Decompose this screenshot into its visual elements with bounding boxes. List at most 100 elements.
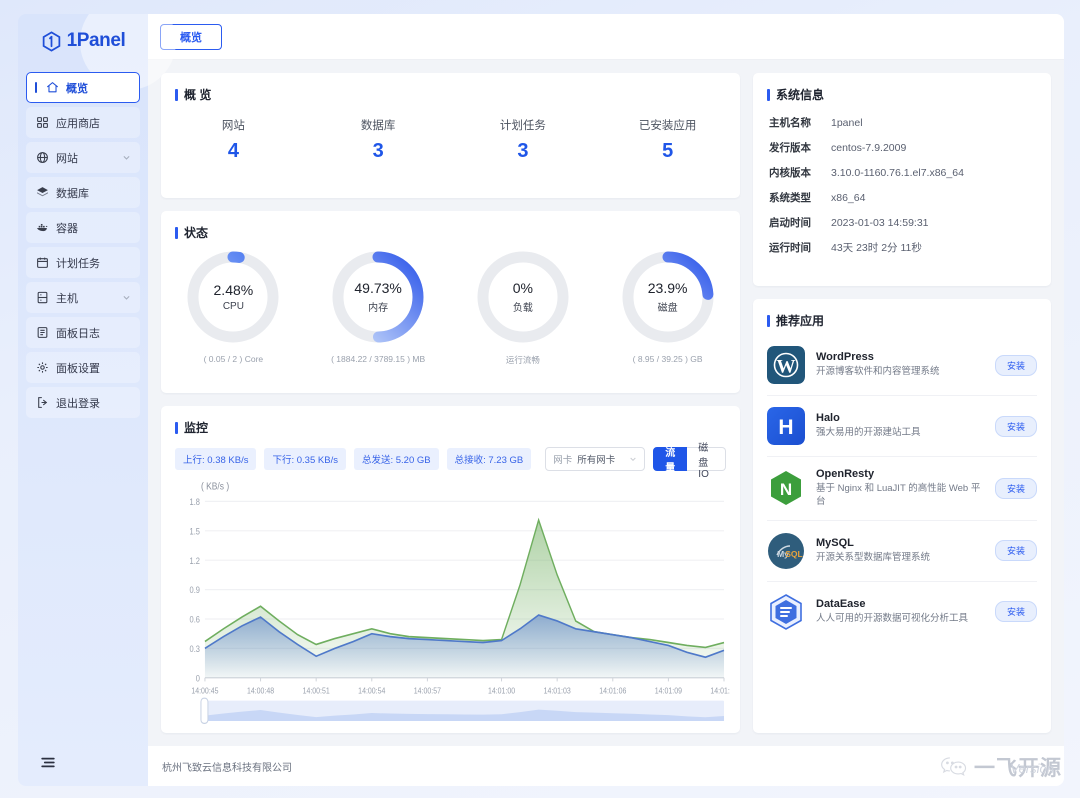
sidebar-item-label: 面板设置 [56, 360, 131, 376]
info-value: 1panel [831, 117, 863, 129]
app-desc: 开源博客软件和内容管理系统 [816, 366, 984, 379]
recommended-apps-title: 推荐应用 [753, 299, 1051, 329]
active-indicator [35, 82, 37, 93]
sidebar-item-overview[interactable]: 概览 [26, 72, 140, 103]
svg-text:H: H [778, 416, 793, 439]
tab-bar: 概览 [148, 14, 1064, 60]
monitor-segment-group: 流量 磁盘 IO [653, 447, 726, 471]
status-title: 状态 [161, 211, 740, 241]
svg-text:SQL: SQL [785, 549, 802, 559]
chip-download-rate: 下行: 0.35 KB/s [264, 448, 345, 470]
gauge-percent: 23.9% [648, 280, 688, 296]
logout-icon [35, 396, 49, 410]
gauge-ring: 23.9% 磁盘 [620, 249, 716, 345]
svg-text:0.3: 0.3 [190, 644, 201, 654]
stat-label: 网站 [161, 117, 306, 133]
brand-logo[interactable]: 1Panel [18, 18, 148, 64]
gauge-percent: 2.48% [214, 282, 254, 298]
globe-icon [35, 151, 49, 165]
gauge-percent: 49.73% [354, 280, 401, 296]
sidebar-item-label: 计划任务 [56, 255, 131, 271]
monitor-toolbar: 上行: 0.38 KB/s 下行: 0.35 KB/s 总发送: 5.20 GB… [161, 436, 740, 471]
app-desc: 强大易用的开源建站工具 [816, 427, 984, 440]
stat-cron: 计划任务 3 [451, 117, 596, 163]
svg-text:N: N [780, 480, 792, 499]
list-item[interactable]: H Halo 强大易用的开源建站工具 安装 [767, 396, 1037, 457]
list-item[interactable]: W WordPress 开源博客软件和内容管理系统 安装 [767, 335, 1037, 396]
info-row-boot-time: 启动时间 2023-01-03 14:59:31 [769, 215, 1051, 230]
nic-select-value: 所有网卡 [577, 452, 615, 466]
hexagon-one-icon [41, 31, 62, 52]
stat-label: 数据库 [306, 117, 451, 133]
segment-disk-io[interactable]: 磁盘 IO [687, 447, 726, 471]
segment-traffic[interactable]: 流量 [653, 447, 687, 471]
hamburger-collapse-icon[interactable] [40, 756, 56, 769]
svg-text:14:01:09: 14:01:09 [655, 686, 682, 696]
svg-text:14:00:57: 14:00:57 [414, 686, 441, 696]
chip-total-received: 总接收: 7.23 GB [447, 448, 532, 470]
network-card-select[interactable]: 网卡 所有网卡 [545, 447, 645, 471]
sidebar-item-cron[interactable]: 计划任务 [26, 247, 140, 278]
sidebar-item-label: 数据库 [56, 185, 131, 201]
info-row-release: 发行版本 centos-7.9.2009 [769, 140, 1051, 155]
monitor-title: 监控 [161, 406, 740, 436]
stat-label: 计划任务 [451, 117, 596, 133]
sidebar-item-panel-log[interactable]: 面板日志 [26, 317, 140, 348]
app-desc: 开源关系型数据库管理系统 [816, 552, 984, 565]
svg-text:14:00:45: 14:00:45 [191, 686, 218, 696]
info-value: x86_64 [831, 192, 865, 204]
list-item[interactable]: DataEase 人人可用的开源数据可视化分析工具 安装 [767, 582, 1037, 642]
gear-icon [35, 361, 49, 375]
install-button[interactable]: 安装 [995, 478, 1037, 499]
svg-text:( KB/s ): ( KB/s ) [201, 481, 229, 492]
app-name: Halo [816, 412, 984, 424]
chevron-down-icon [122, 293, 131, 302]
app-desc: 基于 Nginx 和 LuaJIT 的高性能 Web 平台 [816, 483, 984, 509]
main-area: 概览 概 览 网站 4 数据库 3 [148, 14, 1064, 786]
info-row-uptime: 运行时间 43天 23时 2分 11秒 [769, 240, 1051, 255]
stat-value: 4 [161, 140, 306, 163]
sidebar-item-panel-settings[interactable]: 面板设置 [26, 352, 140, 383]
gauge-disk: 23.9% 磁盘 ( 8.95 / 39.25 ) GB [595, 249, 740, 366]
app-meta: DataEase 人人可用的开源数据可视化分析工具 [816, 598, 984, 626]
openresty-icon: N [767, 469, 805, 507]
info-row-arch: 系统类型 x86_64 [769, 190, 1051, 205]
gauge-name: 磁盘 [658, 299, 678, 314]
dataease-icon [767, 593, 805, 631]
list-item[interactable]: My SQL MySQL 开源关系型数据库管理系统 安装 [767, 521, 1037, 582]
sidebar-menu: 概览 应用商店 网站 [18, 72, 148, 422]
list-item[interactable]: N OpenResty 基于 Nginx 和 LuaJIT 的高性能 Web 平… [767, 457, 1037, 521]
sidebar-item-host[interactable]: 主机 [26, 282, 140, 313]
log-file-icon [35, 326, 49, 340]
right-column: 系统信息 主机名称 1panel 发行版本 centos-7.9.2009 内核… [753, 73, 1051, 733]
sidebar-item-website[interactable]: 网站 [26, 142, 140, 173]
overview-card: 概 览 网站 4 数据库 3 计划任务 3 [161, 73, 740, 198]
left-column: 概 览 网站 4 数据库 3 计划任务 3 [161, 73, 740, 733]
traffic-chart[interactable]: ( KB/s )00.30.60.91.21.51.814:00:4514:00… [161, 471, 740, 733]
mysql-icon: My SQL [767, 532, 805, 570]
app-desc: 人人可用的开源数据可视化分析工具 [816, 613, 984, 626]
footer-text: 杭州飞致云信息科技有限公司 [162, 759, 292, 774]
sidebar-item-label: 网站 [56, 150, 115, 166]
svg-text:W: W [777, 357, 796, 378]
gauge-sub: 运行流畅 [506, 354, 540, 366]
sidebar-item-database[interactable]: 数据库 [26, 177, 140, 208]
sidebar-item-logout[interactable]: 退出登录 [26, 387, 140, 418]
chevron-down-icon [629, 455, 637, 463]
install-button[interactable]: 安装 [995, 601, 1037, 622]
app-meta: WordPress 开源博客软件和内容管理系统 [816, 351, 984, 379]
sidebar-item-container[interactable]: 容器 [26, 212, 140, 243]
install-button[interactable]: 安装 [995, 355, 1037, 376]
gauge-percent: 0% [513, 280, 533, 296]
sidebar-item-label: 概览 [66, 80, 130, 96]
sidebar-item-app-store[interactable]: 应用商店 [26, 107, 140, 138]
gauge-name: CPU [223, 301, 244, 312]
info-value: 2023-01-03 14:59:31 [831, 217, 929, 229]
install-button[interactable]: 安装 [995, 540, 1037, 561]
wordpress-icon: W [767, 346, 805, 384]
install-button[interactable]: 安装 [995, 416, 1037, 437]
system-info-card: 系统信息 主机名称 1panel 发行版本 centos-7.9.2009 内核… [753, 73, 1051, 286]
stat-label: 已安装应用 [595, 117, 740, 133]
home-icon [45, 81, 59, 95]
sidebar-item-label: 主机 [56, 290, 115, 306]
